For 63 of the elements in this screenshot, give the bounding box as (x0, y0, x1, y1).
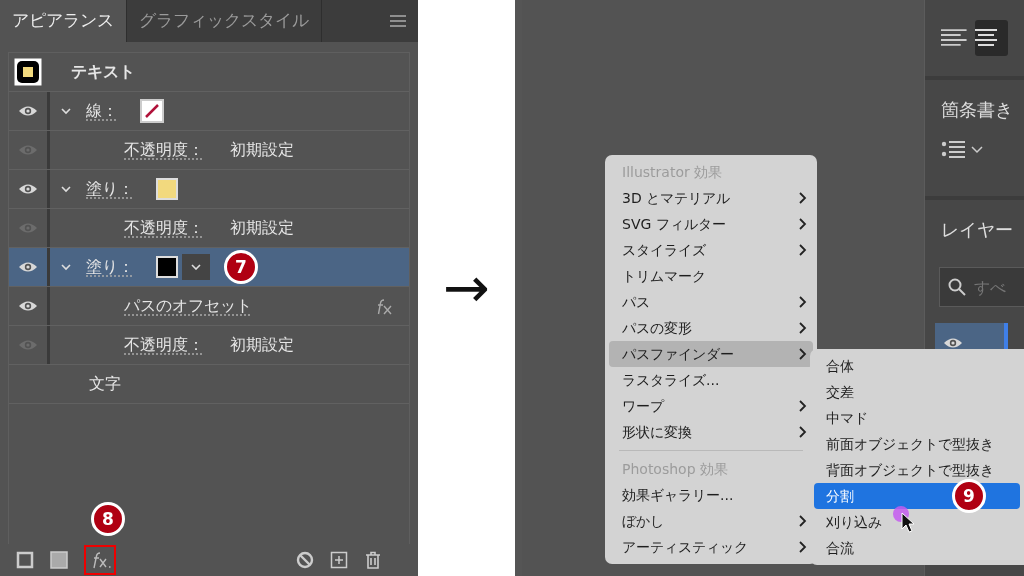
opacity-value: 初期設定 (230, 334, 294, 356)
menu-item[interactable]: スタイライズ (605, 237, 817, 263)
opacity-value: 初期設定 (230, 217, 294, 239)
opacity-label[interactable]: 不透明度： (124, 216, 204, 240)
no-stroke-swatch[interactable] (140, 99, 164, 123)
menu-item[interactable]: パスファインダー (609, 341, 813, 367)
menu-item[interactable]: トリムマーク (605, 263, 817, 289)
text-object-thumbnail (14, 58, 42, 86)
menu-item[interactable]: 合体 (814, 353, 1020, 379)
opacity-value: 初期設定 (230, 139, 294, 161)
chevron-down-icon (191, 264, 201, 270)
chevron-down-icon[interactable] (971, 146, 983, 154)
menu-item[interactable]: 交差 (814, 379, 1020, 405)
menu-item[interactable]: パス (605, 289, 817, 315)
attribute-label[interactable]: 塗り： (86, 255, 134, 279)
menu-item[interactable]: 前面オブジェクトで型抜き (814, 431, 1020, 457)
swatch-dropdown[interactable] (182, 254, 210, 280)
section-title: レイヤー (941, 218, 1013, 242)
arrow-glyph: → (443, 254, 490, 322)
align-left-icon[interactable] (941, 28, 967, 48)
opacity-label[interactable]: 不透明度： (124, 138, 204, 162)
panel-tab[interactable]: グラフィックスタイル (127, 0, 322, 42)
step-number-badge: 8 (91, 502, 125, 536)
chevron-down-icon[interactable] (60, 263, 72, 271)
eye-icon[interactable] (18, 261, 38, 273)
duplicate-icon[interactable] (330, 551, 348, 569)
menu-item[interactable]: パスの変形 (605, 315, 817, 341)
object-type-label: テキスト (71, 61, 135, 83)
characters-label[interactable]: 文字 (89, 372, 121, 396)
menu-item[interactable]: SVG フィルター (605, 211, 817, 237)
chevron-down-icon[interactable] (60, 107, 72, 115)
attribute-label[interactable]: 線： (86, 99, 118, 123)
prohibited-icon[interactable] (296, 551, 314, 569)
bulleted-list-icon[interactable] (941, 139, 967, 161)
fx-icon (375, 298, 393, 315)
opacity-label[interactable]: 不透明度： (124, 333, 204, 357)
appearance-row[interactable]: 線： (9, 92, 409, 131)
step-number-badge: 7 (224, 250, 258, 284)
eye-icon[interactable] (18, 105, 38, 117)
effect-label[interactable]: パスのオフセット (124, 294, 252, 318)
new-stroke-icon[interactable] (16, 551, 34, 569)
menu-icon[interactable] (390, 15, 406, 27)
eye-icon[interactable] (943, 337, 963, 349)
align-center-button[interactable] (974, 20, 1008, 56)
chevron-down-icon[interactable] (60, 185, 72, 193)
step-number-badge: 9 (952, 479, 986, 513)
appearance-row[interactable]: 塗り： (9, 170, 409, 209)
color-swatch[interactable] (156, 256, 178, 278)
menu-item[interactable]: 合流 (814, 535, 1020, 561)
search-field[interactable]: すべ (939, 267, 1024, 307)
menu-item[interactable]: 3D とマテリアル (605, 185, 817, 211)
align-center-icon (974, 28, 997, 48)
color-swatch[interactable] (156, 178, 178, 200)
add-effect-button[interactable] (84, 545, 116, 575)
search-icon (948, 278, 966, 296)
section-title: 箇条書き (941, 98, 1013, 122)
eye-icon[interactable] (18, 300, 38, 312)
eye-icon[interactable] (18, 183, 38, 195)
trash-icon[interactable] (364, 551, 382, 569)
selected-row[interactable]: 塗り： 7 (9, 248, 409, 287)
menu-item[interactable]: 中マド (814, 405, 1020, 431)
panel-tab[interactable]: アピアランス (0, 0, 127, 42)
attribute-label[interactable]: 塗り： (86, 177, 134, 201)
